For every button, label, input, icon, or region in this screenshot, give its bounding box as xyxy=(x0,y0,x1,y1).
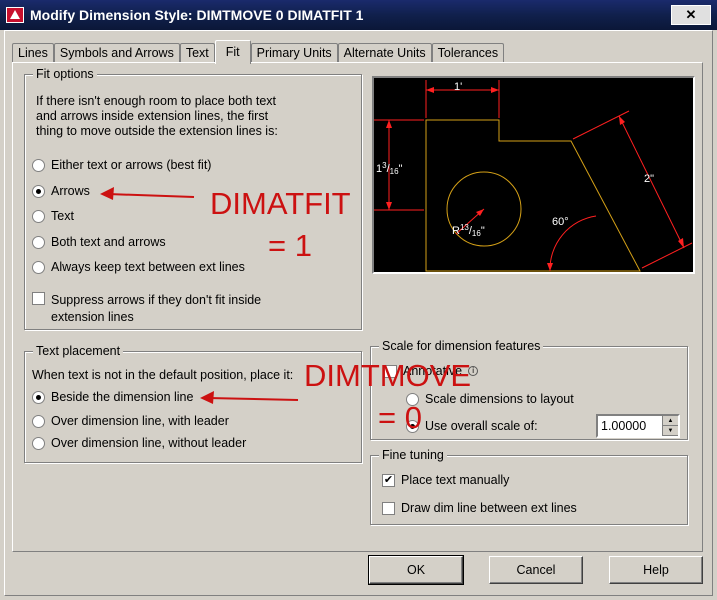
suppress-arrows-label-line2: extension lines xyxy=(51,310,134,324)
suppress-arrows-label: Suppress arrows if they don't fit inside xyxy=(51,293,262,307)
tab-lines[interactable]: Lines xyxy=(12,43,54,63)
preview-right-dim-text: 2" xyxy=(644,173,654,185)
tab-text[interactable]: Text xyxy=(179,43,215,63)
scale-to-layout-label: Scale dimensions to layout xyxy=(425,392,574,406)
radio-best-fit[interactable] xyxy=(32,158,45,172)
preview-arrowhead xyxy=(619,116,625,125)
placement-beside[interactable]: Beside the dimension line xyxy=(32,390,193,404)
suppress-arrows-checkbox[interactable] xyxy=(32,292,45,305)
preview-radius-text: R13/16" xyxy=(452,223,485,238)
dimtmove-annotation: DIMTMOVE xyxy=(304,358,472,393)
dimatfit-value-annotation: = 1 xyxy=(268,228,312,263)
dimatfit-annotation: DIMATFIT xyxy=(210,186,351,221)
radio-beside[interactable] xyxy=(32,390,45,404)
place-text-manually-checkbox[interactable]: ✔ xyxy=(382,473,395,487)
radio-always-keep[interactable] xyxy=(32,260,45,274)
help-button[interactable]: Help xyxy=(609,556,703,584)
preview-arrowhead xyxy=(547,263,553,271)
draw-dim-line-label: Draw dim line between ext lines xyxy=(401,501,577,515)
dimtmove-value-annotation: = 0 xyxy=(378,400,422,435)
close-button[interactable]: ✕ xyxy=(671,5,711,25)
fit-options-description: If there isn't enough room to place both… xyxy=(36,94,278,138)
preview-arrowhead xyxy=(426,87,434,93)
preview-arrowhead xyxy=(386,202,392,210)
placement-without-leader-label: Over dimension line, without leader xyxy=(51,436,247,450)
preview-angle-text: 60° xyxy=(552,216,569,228)
placement-beside-label: Beside the dimension line xyxy=(51,390,194,404)
fit-options-title: Fit options xyxy=(33,67,97,81)
fit-option-best-fit[interactable]: Either text or arrows (best fit) xyxy=(32,158,211,172)
fit-option-text-label: Text xyxy=(51,209,74,223)
placement-with-leader[interactable]: Over dimension line, with leader xyxy=(32,414,229,428)
spin-up-icon[interactable]: ▲ xyxy=(663,416,678,426)
scale-to-layout-option[interactable]: Scale dimensions to layout xyxy=(406,392,574,406)
preview-top-dim-text: 1' xyxy=(454,81,462,93)
tab-strip: Lines Symbols and Arrows Text Fit Primar… xyxy=(12,40,505,64)
fit-option-arrows-label: Arrows xyxy=(51,184,90,198)
fit-option-arrows[interactable]: Arrows xyxy=(32,184,90,198)
scale-spinner[interactable]: ▲ ▼ xyxy=(662,416,678,436)
placement-without-leader[interactable]: Over dimension line, without leader xyxy=(32,436,246,450)
preview-arrowhead xyxy=(678,238,684,248)
dimension-preview: 1' 13/16" 2" 60° R13/16" xyxy=(372,76,695,274)
fit-option-text[interactable]: Text xyxy=(32,209,74,223)
scale-title: Scale for dimension features xyxy=(379,339,544,353)
preview-ext-line xyxy=(572,110,630,140)
preview-arrowhead xyxy=(491,87,499,93)
fit-option-always-keep[interactable]: Always keep text between ext lines xyxy=(32,260,245,274)
overall-scale-option[interactable]: Use overall scale of: xyxy=(406,419,538,433)
tab-tolerances[interactable]: Tolerances xyxy=(431,43,505,63)
fit-option-best-fit-label: Either text or arrows (best fit) xyxy=(51,158,212,172)
tab-symbols-and-arrows[interactable]: Symbols and Arrows xyxy=(53,43,180,63)
place-text-manually-label: Place text manually xyxy=(401,473,510,487)
placement-with-leader-label: Over dimension line, with leader xyxy=(51,414,229,428)
preview-part-outline xyxy=(425,119,641,272)
fit-option-both-label: Both text and arrows xyxy=(51,235,166,249)
tab-primary-units[interactable]: Primary Units xyxy=(250,43,338,63)
suppress-arrows-option[interactable]: Suppress arrows if they don't fit inside… xyxy=(32,292,261,326)
place-text-manually-option[interactable]: ✔ Place text manually xyxy=(382,473,509,487)
radio-without-leader[interactable] xyxy=(32,436,45,450)
window-title: Modify Dimension Style: DIMTMOVE 0 DIMAT… xyxy=(30,7,364,23)
radio-arrows[interactable] xyxy=(32,184,45,198)
fit-option-both[interactable]: Both text and arrows xyxy=(32,235,166,249)
spin-down-icon[interactable]: ▼ xyxy=(663,426,678,436)
tab-fit[interactable]: Fit xyxy=(214,40,251,64)
preview-ext-line xyxy=(641,242,693,269)
autocad-app-icon xyxy=(6,7,24,23)
fit-option-always-keep-label: Always keep text between ext lines xyxy=(51,260,245,274)
title-bar: Modify Dimension Style: DIMTMOVE 0 DIMAT… xyxy=(0,0,717,30)
overall-scale-value: 1.00000 xyxy=(601,419,647,433)
radio-with-leader[interactable] xyxy=(32,414,45,428)
text-placement-title: Text placement xyxy=(33,344,124,358)
text-placement-description: When text is not in the default position… xyxy=(32,368,294,382)
ok-button[interactable]: OK xyxy=(368,555,464,585)
preview-arrowhead xyxy=(386,120,392,128)
cancel-button[interactable]: Cancel xyxy=(489,556,583,584)
fine-tuning-title: Fine tuning xyxy=(379,448,447,462)
tab-alternate-units[interactable]: Alternate Units xyxy=(337,43,432,63)
preview-left-dim-text: 13/16" xyxy=(376,161,403,176)
draw-dim-line-option[interactable]: Draw dim line between ext lines xyxy=(382,501,577,515)
overall-scale-label: Use overall scale of: xyxy=(425,419,538,433)
radio-both[interactable] xyxy=(32,235,45,249)
draw-dim-line-checkbox[interactable] xyxy=(382,501,395,515)
preview-drawing: 1' 13/16" 2" 60° R13/16" xyxy=(374,80,693,272)
overall-scale-input[interactable]: 1.00000 ▲ ▼ xyxy=(596,414,680,438)
radio-text[interactable] xyxy=(32,209,45,223)
